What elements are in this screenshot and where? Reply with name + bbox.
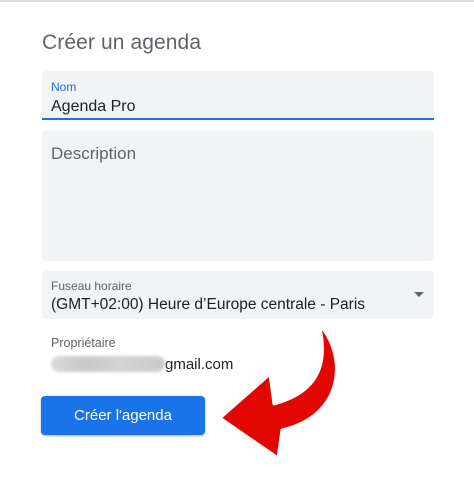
description-placeholder: Description	[51, 144, 137, 163]
owner-email: gmail.com	[51, 354, 233, 374]
name-field-value[interactable]: Agenda Pro	[51, 98, 136, 116]
dropdown-caret-icon[interactable]	[414, 292, 424, 297]
description-field[interactable]: Description	[42, 130, 434, 261]
owner-label: Propriétaire	[51, 336, 116, 350]
redacted-email-user	[51, 356, 165, 372]
top-divider	[0, 0, 474, 2]
pointer-arrow-icon	[218, 322, 338, 460]
timezone-label: Fuseau horaire	[51, 279, 132, 293]
create-calendar-page: Créer un agenda Nom Agenda Pro Descripti…	[0, 0, 474, 482]
timezone-value: (GMT+02:00) Heure d’Europe centrale - Pa…	[51, 296, 366, 313]
timezone-select[interactable]: Fuseau horaire (GMT+02:00) Heure d’Europ…	[42, 271, 434, 319]
create-calendar-button[interactable]: Créer l'agenda	[41, 396, 205, 435]
name-field[interactable]: Nom Agenda Pro	[42, 71, 434, 120]
page-title: Créer un agenda	[42, 31, 202, 54]
name-field-label: Nom	[51, 80, 77, 94]
